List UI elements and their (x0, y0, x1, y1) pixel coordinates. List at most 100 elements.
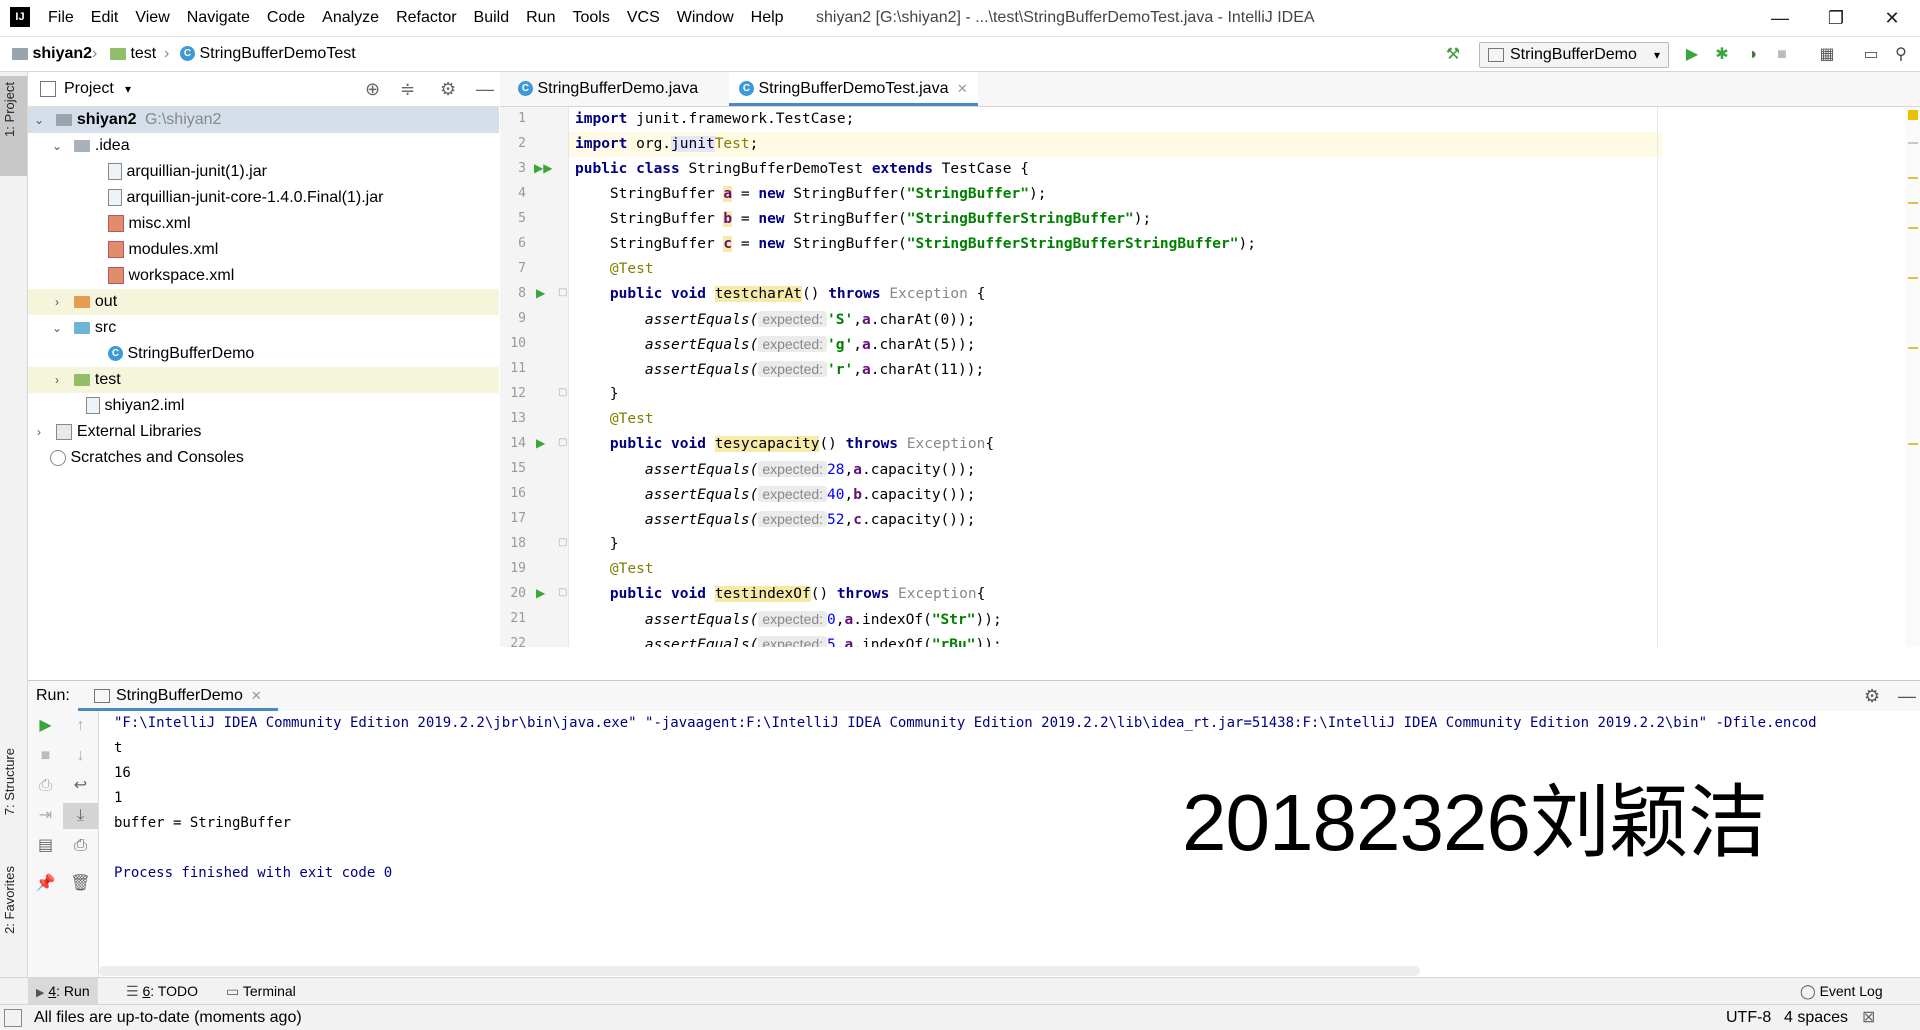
console-line: t (114, 740, 123, 756)
breadcrumb-test[interactable]: test (110, 37, 156, 71)
menu-help[interactable]: Help (751, 9, 784, 27)
menu-refactor[interactable]: Refactor (396, 9, 456, 27)
tool-tab-todo[interactable]: ☰ 6: TODO (118, 978, 206, 1005)
menu-analyze[interactable]: Analyze (322, 9, 379, 27)
tool-tab-terminal[interactable]: ▭ Terminal (218, 978, 304, 1005)
fold-icon[interactable]: ▢ (558, 537, 567, 548)
run-test-icon[interactable]: ▶ (536, 586, 545, 600)
close-icon[interactable]: ✕ (1864, 0, 1920, 36)
indent-setting[interactable]: 4 spaces (1784, 1005, 1848, 1030)
tool-tab-run[interactable]: ▶ 4: Run (28, 978, 98, 1005)
project-view-selector[interactable]: Project (64, 72, 114, 106)
favorites-tool-tab[interactable]: 2: Favorites (2, 866, 24, 934)
tree-item-iml[interactable]: shiyan2.iml (86, 393, 184, 419)
run-test-icon[interactable]: ▶ (536, 436, 545, 450)
breadcrumb-project[interactable]: shiyan2 (12, 37, 92, 71)
close-tab-icon[interactable]: ✕ (957, 81, 968, 96)
stop-icon[interactable]: ■ (1771, 44, 1793, 66)
project-view-icon (40, 81, 56, 97)
left-tool-strip: 1: Project 7: Structure 2: Favorites (0, 72, 28, 987)
folder-icon (74, 295, 91, 308)
tab-stringbufferdemo[interactable]: C StringBufferDemo.java (508, 72, 708, 106)
tree-item-idea[interactable]: ⌄ .idea (50, 133, 130, 159)
tool-tab-event-log[interactable]: ◯ Event Log (1792, 978, 1891, 1005)
search-icon[interactable]: ⚲ (1890, 44, 1912, 66)
menu-tools[interactable]: Tools (572, 9, 609, 27)
bottom-tool-tabs: ▶ 4: Run ☰ 6: TODO ▭ Terminal ◯ Event Lo… (0, 977, 1920, 1005)
tree-item-src[interactable]: ⌄ src (50, 315, 116, 341)
soft-wrap-icon[interactable]: ↩ (63, 773, 98, 799)
editor-error-stripe[interactable] (1905, 107, 1920, 647)
coverage-icon[interactable]: ◑ (1741, 44, 1763, 66)
fold-icon[interactable]: ▢ (558, 587, 567, 598)
gear-icon[interactable]: ⚙ (440, 72, 456, 106)
restore-icon[interactable]: ❐ (1808, 0, 1864, 36)
structure-tool-tab[interactable]: 7: Structure (2, 748, 24, 815)
gear-icon[interactable]: ⚙ (1864, 681, 1880, 711)
line-number: 15 (510, 461, 526, 476)
menu-edit[interactable]: Edit (91, 9, 119, 27)
chevron-right-icon: › (55, 295, 59, 309)
exit-icon[interactable]: ⇥ (28, 803, 63, 829)
pin-icon[interactable]: 📌 (28, 871, 63, 897)
scroll-up-icon[interactable]: ↑ (63, 713, 98, 739)
line-number: 12 (510, 386, 526, 401)
menu-file[interactable]: File (48, 9, 74, 27)
tree-item-jar[interactable]: arquillian-junit-core-1.4.0.Final(1).jar (108, 185, 383, 211)
stop-icon[interactable]: ■ (28, 743, 63, 769)
menu-navigate[interactable]: Navigate (187, 9, 250, 27)
trash-icon[interactable]: 🗑 (63, 871, 98, 897)
menu-run[interactable]: Run (526, 9, 555, 27)
console-horizontal-scrollbar[interactable] (99, 966, 1420, 976)
presentation-icon[interactable]: ▭ (1860, 44, 1882, 66)
fold-icon[interactable]: ▢ (558, 287, 567, 298)
tool-windows-icon[interactable] (4, 1009, 22, 1027)
build-hammer-icon[interactable]: ⚒ (1442, 44, 1464, 66)
scroll-marker (1908, 177, 1918, 179)
tree-item-xml[interactable]: misc.xml (108, 211, 191, 237)
close-tab-icon[interactable]: ✕ (251, 688, 262, 703)
camera-icon[interactable]: ⎙ (28, 773, 63, 799)
locate-icon[interactable]: ⊕ (365, 72, 380, 106)
run-config-selector[interactable]: StringBufferDemo ▾ (1479, 42, 1669, 68)
layout-icon[interactable]: ▤ (28, 833, 63, 859)
hide-icon[interactable]: — (476, 72, 494, 106)
tab-stringbufferdemotest[interactable]: C StringBufferDemoTest.java ✕ (729, 72, 978, 106)
tree-item-scratches[interactable]: Scratches and Consoles (50, 445, 244, 471)
run-tab-stringbufferdemo[interactable]: StringBufferDemo ✕ (78, 681, 278, 711)
minimize-icon[interactable]: — (1752, 0, 1808, 36)
tree-item-jar[interactable]: arquillian-junit(1).jar (108, 159, 267, 185)
run-test-icon[interactable]: ▶ (536, 286, 545, 300)
menu-vcs[interactable]: VCS (627, 9, 660, 27)
tree-item-xml[interactable]: modules.xml (108, 237, 218, 263)
rerun-icon[interactable]: ▶ (28, 713, 63, 739)
breadcrumb-file[interactable]: C StringBufferDemoTest (180, 37, 356, 71)
menu-window[interactable]: Window (677, 9, 734, 27)
fold-icon[interactable]: ▢ (558, 437, 567, 448)
hide-icon[interactable]: — (1898, 681, 1916, 711)
tree-item-external-libraries[interactable]: › External Libraries (28, 419, 201, 445)
fold-icon[interactable]: ▢ (558, 387, 567, 398)
project-structure-icon[interactable]: ▦ (1816, 44, 1838, 66)
print-icon[interactable]: ⎙ (63, 833, 98, 859)
scroll-down-icon[interactable]: ↓ (63, 743, 98, 769)
tree-item-shiyan2[interactable]: ⌄ shiyan2 G:\shiyan2 (28, 107, 499, 133)
code-editor[interactable]: import junit.framework.TestCase; import … (569, 107, 1920, 647)
file-encoding[interactable]: UTF-8 (1726, 1005, 1771, 1030)
tool-tab-label: : Run (56, 983, 90, 999)
lock-icon[interactable]: ⊠ (1862, 1005, 1875, 1030)
menu-code[interactable]: Code (267, 9, 305, 27)
chevron-down-icon: ⌄ (51, 321, 63, 335)
run-icon[interactable]: ▶ (1681, 44, 1703, 66)
tree-item-out[interactable]: › out (28, 289, 499, 315)
menu-view[interactable]: View (135, 9, 169, 27)
menu-build[interactable]: Build (474, 9, 510, 27)
tree-item-test[interactable]: › test (28, 367, 499, 393)
tree-item-xml[interactable]: workspace.xml (108, 263, 234, 289)
scroll-to-end-icon[interactable]: ⤓ (63, 803, 98, 829)
tree-item-class[interactable]: C StringBufferDemo (108, 341, 254, 367)
run-class-icon[interactable]: ▶▶ (534, 161, 552, 175)
collapse-all-icon[interactable]: ≑ (400, 72, 415, 106)
chevron-down-icon[interactable]: ▾ (125, 72, 131, 106)
debug-icon[interactable]: ✱ (1711, 44, 1733, 66)
